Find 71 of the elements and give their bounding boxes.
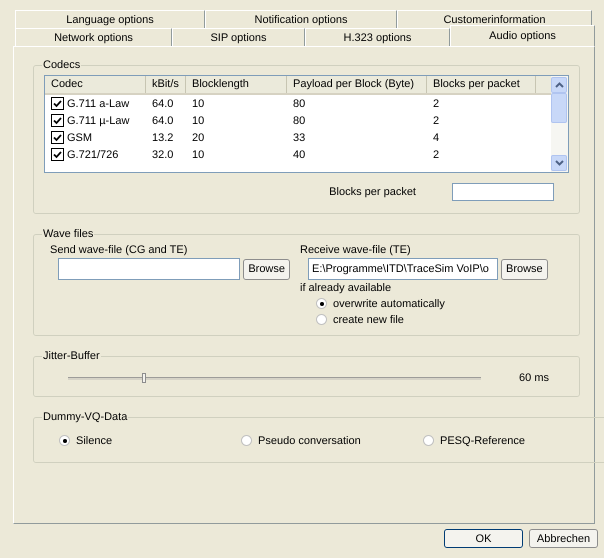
- group-title: Wave files: [42, 228, 94, 240]
- column-header[interactable]: Blocks per packet: [427, 76, 536, 93]
- table-cell: 4: [433, 132, 440, 144]
- radio-button[interactable]: [316, 298, 327, 309]
- radio-option[interactable]: create new file: [316, 312, 548, 327]
- scroll-thumb[interactable]: [551, 93, 567, 123]
- table-cell: 64.0: [152, 114, 174, 126]
- table-cell: 10: [192, 148, 204, 160]
- radio-option[interactable]: Silence: [59, 433, 241, 448]
- radio-button[interactable]: [241, 435, 252, 446]
- ok-button[interactable]: OK: [444, 529, 523, 548]
- table-cell: 10: [192, 114, 204, 126]
- table-cell: 64.0: [152, 98, 174, 110]
- table-cell: 13.2: [152, 132, 174, 144]
- scroll-up-icon[interactable]: [551, 77, 567, 93]
- slider-thumb[interactable]: [142, 372, 146, 382]
- group-title: Codecs: [42, 59, 82, 71]
- input-field[interactable]: E:\Programme\ITD\TraceSim VoIP\o: [308, 258, 498, 280]
- table-cell: GSM: [67, 132, 92, 144]
- column-header[interactable]: Payload per Block (Byte): [287, 76, 427, 93]
- table-cell: 20: [192, 132, 204, 144]
- radio-label: create new file: [333, 314, 404, 326]
- table-cell: 2: [433, 148, 440, 160]
- tab[interactable]: Language options: [15, 10, 205, 28]
- radio-option[interactable]: overwrite automatically: [316, 296, 548, 311]
- column-header[interactable]: Blocklength: [186, 76, 287, 93]
- field-label: Receive wave-file (TE): [300, 244, 412, 256]
- browse-button[interactable]: Browse: [243, 258, 290, 280]
- table-cell: 80: [293, 98, 306, 110]
- radio-label: Pseudo conversation: [258, 434, 361, 446]
- browse-button[interactable]: Browse: [501, 258, 548, 280]
- column-header[interactable]: Codec: [45, 76, 146, 93]
- checkbox[interactable]: [51, 97, 64, 110]
- checkbox[interactable]: [51, 114, 64, 127]
- table-cell: 10: [192, 98, 204, 110]
- input-field[interactable]: [58, 258, 240, 280]
- scroll-down-icon[interactable]: [551, 155, 567, 171]
- table-cell: G.711 µ-Law: [67, 115, 130, 127]
- field-label: Send wave-file (CG and TE): [50, 244, 188, 256]
- tab[interactable]: H.323 options: [305, 28, 450, 46]
- table-cell: 33: [293, 132, 306, 144]
- slider-value: 60 ms: [519, 372, 549, 384]
- table-cell: 32.0: [152, 148, 174, 160]
- table-cell: 2: [433, 98, 440, 110]
- scrollbar[interactable]: [551, 76, 568, 172]
- radio-button[interactable]: [316, 314, 327, 325]
- tab[interactable]: Network options: [15, 28, 172, 46]
- radio-option[interactable]: Pseudo conversation: [241, 433, 423, 448]
- table-cell: G.711 a-Law: [67, 98, 130, 110]
- radio-button[interactable]: [423, 435, 434, 446]
- column-header[interactable]: kBit/s: [146, 76, 186, 93]
- table-cell: 2: [433, 114, 440, 126]
- checkbox[interactable]: [51, 148, 64, 161]
- table-cell: 40: [293, 148, 306, 160]
- tab[interactable]: Notification options: [205, 10, 397, 28]
- radio-label: PESQ-Reference: [440, 434, 525, 446]
- tab[interactable]: Audio options: [450, 25, 595, 46]
- checkbox[interactable]: [51, 131, 64, 144]
- table-cell: 80: [293, 114, 306, 126]
- option-label: if already available: [300, 282, 392, 294]
- radio-label: Silence: [76, 434, 112, 446]
- radio-button[interactable]: [59, 435, 70, 446]
- table-cell: G.721/726: [67, 149, 118, 161]
- group-title: Dummy-VQ-Data: [42, 411, 128, 423]
- input-field[interactable]: [452, 183, 554, 201]
- tab[interactable]: SIP options: [172, 28, 305, 46]
- cancel-button[interactable]: Abbrechen: [529, 529, 598, 548]
- group-title: Jitter-Buffer: [42, 350, 101, 362]
- radio-label: overwrite automatically: [333, 298, 445, 310]
- radio-option[interactable]: PESQ-Reference: [423, 433, 604, 448]
- field-label: Blocks per packet: [329, 186, 416, 198]
